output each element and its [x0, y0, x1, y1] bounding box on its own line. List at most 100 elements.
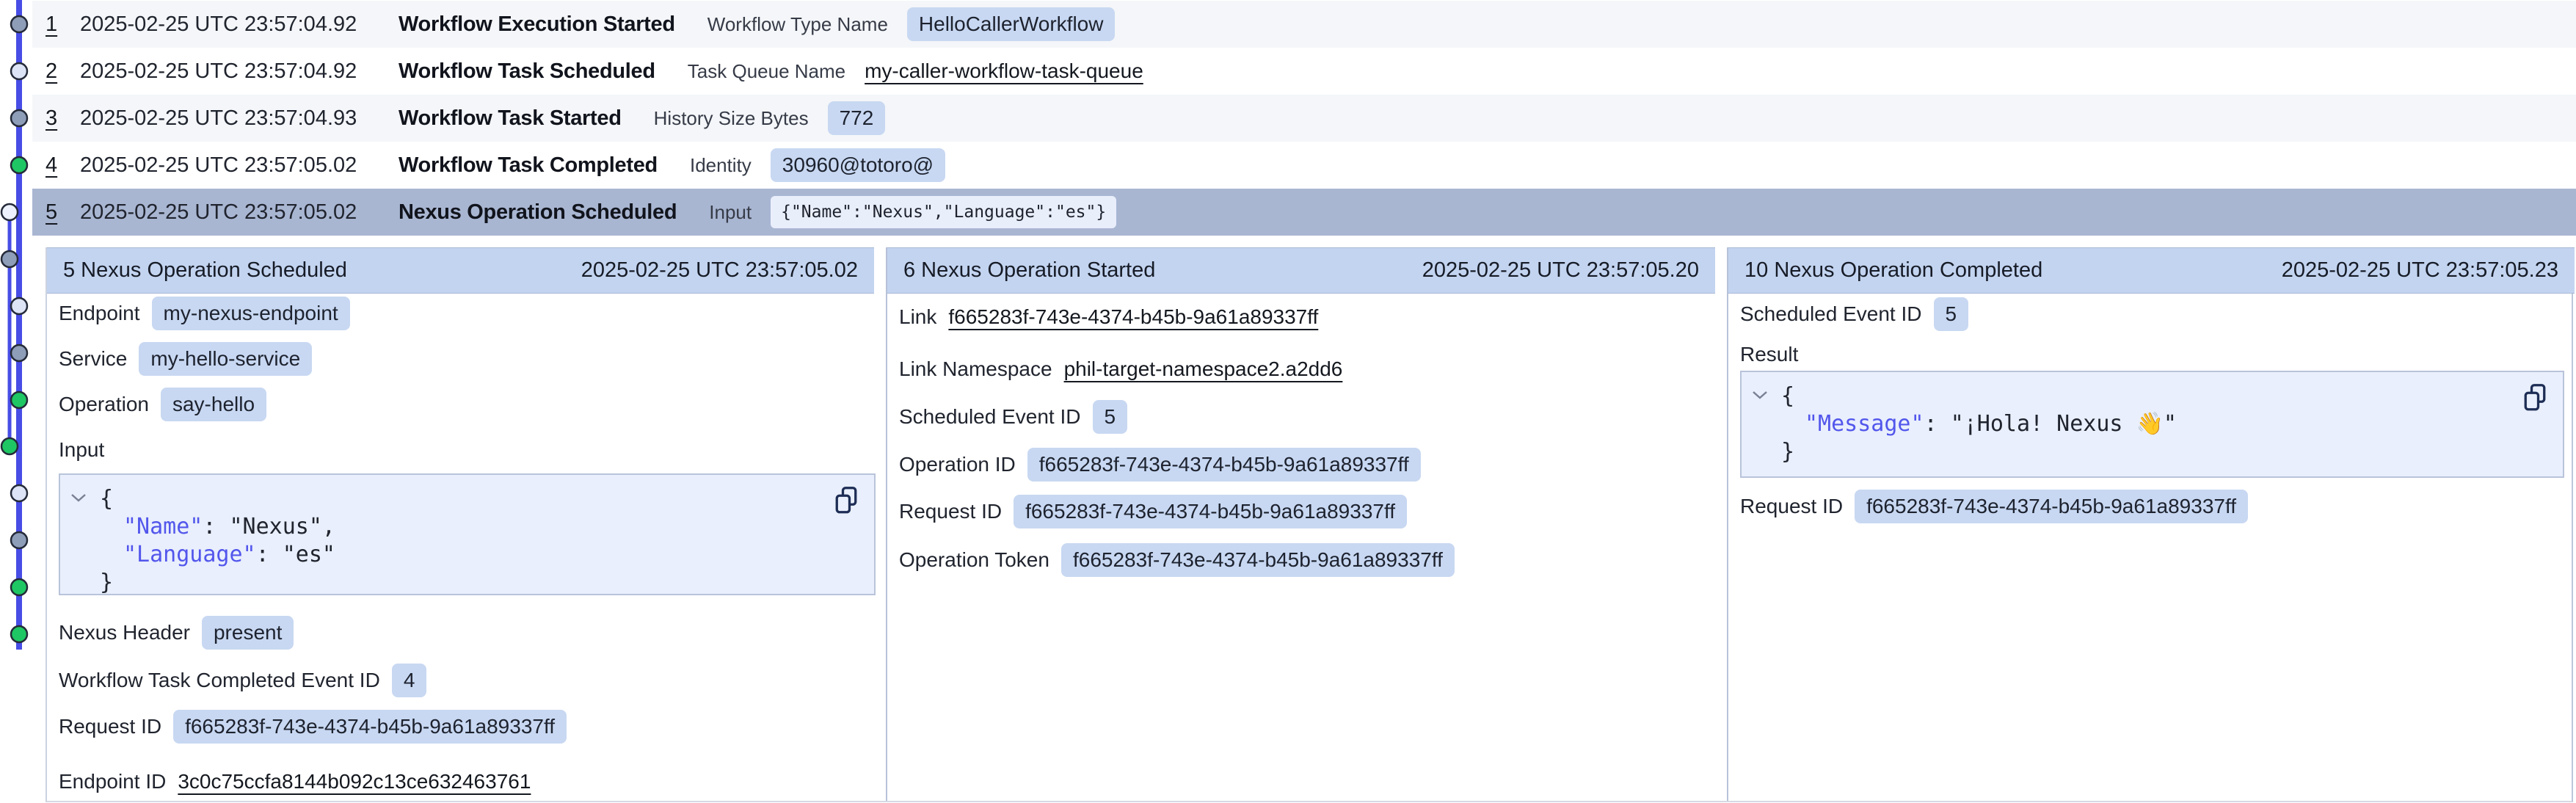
field-label: Endpoint: [59, 302, 140, 325]
field-result-label: Result: [1740, 335, 2567, 374]
event-rows: 1 2025-02-25 UTC 23:57:04.92 Workflow Ex…: [32, 1, 2576, 236]
field-value-badge: f665283f-743e-4374-b45b-9a61a89337ff: [1061, 543, 1455, 577]
attribute-value-badge: 772: [828, 101, 886, 135]
attribute-value-badge: HelloCallerWorkflow: [907, 7, 1116, 41]
timeline-dot-gray: [11, 110, 27, 126]
field-operation-id: Operation ID f665283f-743e-4374-b45b-9a6…: [899, 445, 1720, 484]
field-label: Link Namespace: [899, 357, 1052, 381]
field-label: Workflow Task Completed Event ID: [59, 669, 380, 692]
field-operation-token: Operation Token f665283f-743e-4374-b45b-…: [899, 540, 1720, 580]
event-id-link[interactable]: 2: [46, 59, 80, 84]
event-timestamp: 2025-02-25 UTC 23:57:04.92: [80, 12, 372, 37]
field-label: Nexus Header: [59, 621, 190, 644]
json-code-line: "Language": "es": [60, 541, 874, 569]
workflow-event-history-screen: 1 2025-02-25 UTC 23:57:04.92 Workflow Ex…: [0, 0, 2576, 803]
panel-nexus-operation-started: 6 Nexus Operation Started 2025-02-25 UTC…: [886, 247, 1727, 801]
timeline-dot-green: [11, 392, 27, 408]
field-operation: Operation say-hello: [59, 385, 878, 424]
panel-header: 10 Nexus Operation Completed 2025-02-25 …: [1728, 247, 2575, 294]
input-json-viewer: {"Name": "Nexus","Language": "es"}: [59, 473, 876, 595]
field-label: Service: [59, 347, 127, 371]
field-value-badge: my-hello-service: [139, 342, 312, 376]
field-scheduled-event-id: Scheduled Event ID 5: [899, 397, 1720, 437]
json-code: {"Message": "¡Hola! Nexus 👋"}: [1742, 372, 2563, 466]
field-value-badge: my-nexus-endpoint: [152, 297, 350, 330]
input-json-badge: {"Name":"Nexus","Language":"es"}: [771, 196, 1116, 228]
field-value-badge: f665283f-743e-4374-b45b-9a61a89337ff: [1014, 495, 1407, 528]
field-label: Result: [1740, 343, 1798, 366]
field-request-id: Request ID f665283f-743e-4374-b45b-9a61a…: [59, 707, 878, 746]
json-code-line: {: [60, 485, 874, 513]
field-endpoint: Endpoint my-nexus-endpoint: [59, 294, 878, 333]
field-nexus-header: Nexus Header present: [59, 613, 878, 653]
event-row-1[interactable]: 1 2025-02-25 UTC 23:57:04.92 Workflow Ex…: [32, 1, 2576, 48]
field-label: Operation ID: [899, 453, 1016, 476]
endpoint-id-link[interactable]: 3c0c75ccfa8144b092c13ce632463761: [178, 770, 531, 793]
event-id-link[interactable]: 5: [46, 200, 80, 225]
field-label: Request ID: [1740, 495, 1843, 518]
copy-icon[interactable]: [833, 485, 859, 516]
timeline-dot-light: [11, 485, 27, 501]
event-name: Workflow Task Started: [399, 106, 622, 131]
event-id-link[interactable]: 4: [46, 153, 80, 178]
panel-timestamp: 2025-02-25 UTC 23:57:05.20: [1422, 258, 1699, 283]
field-label: Scheduled Event ID: [899, 405, 1081, 429]
timeline-dot-green: [1, 438, 18, 454]
timeline-dot-green: [11, 626, 27, 642]
event-name: Workflow Task Completed: [399, 153, 658, 178]
timeline-dot-gray: [11, 16, 27, 32]
copy-icon[interactable]: [2522, 382, 2548, 413]
field-value-badge: f665283f-743e-4374-b45b-9a61a89337ff: [1855, 490, 2248, 523]
event-name: Workflow Execution Started: [399, 12, 675, 37]
field-value-badge: say-hello: [161, 388, 266, 421]
json-code-line: }: [1742, 438, 2563, 466]
field-request-id: Request ID f665283f-743e-4374-b45b-9a61a…: [1740, 487, 2567, 526]
event-timestamp: 2025-02-25 UTC 23:57:04.93: [80, 106, 372, 131]
link-namespace-link[interactable]: phil-target-namespace2.a2dd6: [1064, 357, 1343, 381]
json-code-line: }: [60, 569, 874, 597]
event-id-link[interactable]: 1: [46, 12, 80, 37]
event-attribute-label: History Size Bytes: [654, 107, 809, 130]
result-json-viewer: {"Message": "¡Hola! Nexus 👋"}: [1740, 371, 2564, 478]
panel-timestamp: 2025-02-25 UTC 23:57:05.23: [2282, 258, 2558, 283]
field-label: Link: [899, 305, 936, 329]
timeline-dot-light: [11, 298, 27, 314]
event-row-3[interactable]: 3 2025-02-25 UTC 23:57:04.93 Workflow Ta…: [32, 95, 2576, 142]
collapse-chevron-icon[interactable]: [70, 493, 87, 503]
timeline-dot-green: [11, 157, 27, 173]
field-label: Request ID: [899, 500, 1002, 523]
collapse-chevron-icon[interactable]: [1752, 390, 1768, 400]
field-input-label: Input: [59, 430, 878, 470]
event-row-2[interactable]: 2 2025-02-25 UTC 23:57:04.92 Workflow Ta…: [32, 48, 2576, 95]
event-timestamp: 2025-02-25 UTC 23:57:05.02: [80, 153, 372, 178]
panel-title: 10 Nexus Operation Completed: [1744, 258, 2042, 283]
field-label: Scheduled Event ID: [1740, 302, 1922, 326]
field-label: Request ID: [59, 715, 161, 738]
event-id-link[interactable]: 3: [46, 106, 80, 131]
timeline-dot-green: [11, 579, 27, 595]
timeline-dot-gray: [11, 345, 27, 361]
field-label: Operation: [59, 393, 149, 416]
field-link: Link f665283f-743e-4374-b45b-9a61a89337f…: [899, 297, 1720, 337]
attribute-value-badge: 30960@totoro@: [771, 148, 945, 182]
field-label: Operation Token: [899, 548, 1049, 572]
event-detail-panels: 5 Nexus Operation Scheduled 2025-02-25 U…: [46, 247, 2573, 802]
task-queue-link[interactable]: my-caller-workflow-task-queue: [865, 59, 1143, 83]
timeline-dot-gray: [11, 532, 27, 548]
field-label: Endpoint ID: [59, 770, 166, 793]
field-value-badge: 4: [392, 664, 427, 697]
link-value-link[interactable]: f665283f-743e-4374-b45b-9a61a89337ff: [948, 305, 1318, 329]
field-value-badge: f665283f-743e-4374-b45b-9a61a89337ff: [1027, 448, 1421, 482]
field-endpoint-id: Endpoint ID 3c0c75ccfa8144b092c13ce63246…: [59, 762, 878, 802]
event-row-5-selected[interactable]: 5 2025-02-25 UTC 23:57:05.02 Nexus Opera…: [32, 189, 2576, 236]
field-value-badge: f665283f-743e-4374-b45b-9a61a89337ff: [173, 710, 567, 744]
timeline-dot-lighter: [1, 204, 18, 220]
event-attribute-label: Input: [709, 201, 752, 224]
event-row-4[interactable]: 4 2025-02-25 UTC 23:57:05.02 Workflow Ta…: [32, 142, 2576, 189]
field-link-namespace: Link Namespace phil-target-namespace2.a2…: [899, 349, 1720, 389]
event-name: Nexus Operation Scheduled: [399, 200, 677, 225]
event-name: Workflow Task Scheduled: [399, 59, 655, 84]
field-service: Service my-hello-service: [59, 339, 878, 379]
field-scheduled-event-id: Scheduled Event ID 5: [1740, 294, 2567, 334]
field-request-id: Request ID f665283f-743e-4374-b45b-9a61a…: [899, 492, 1720, 531]
